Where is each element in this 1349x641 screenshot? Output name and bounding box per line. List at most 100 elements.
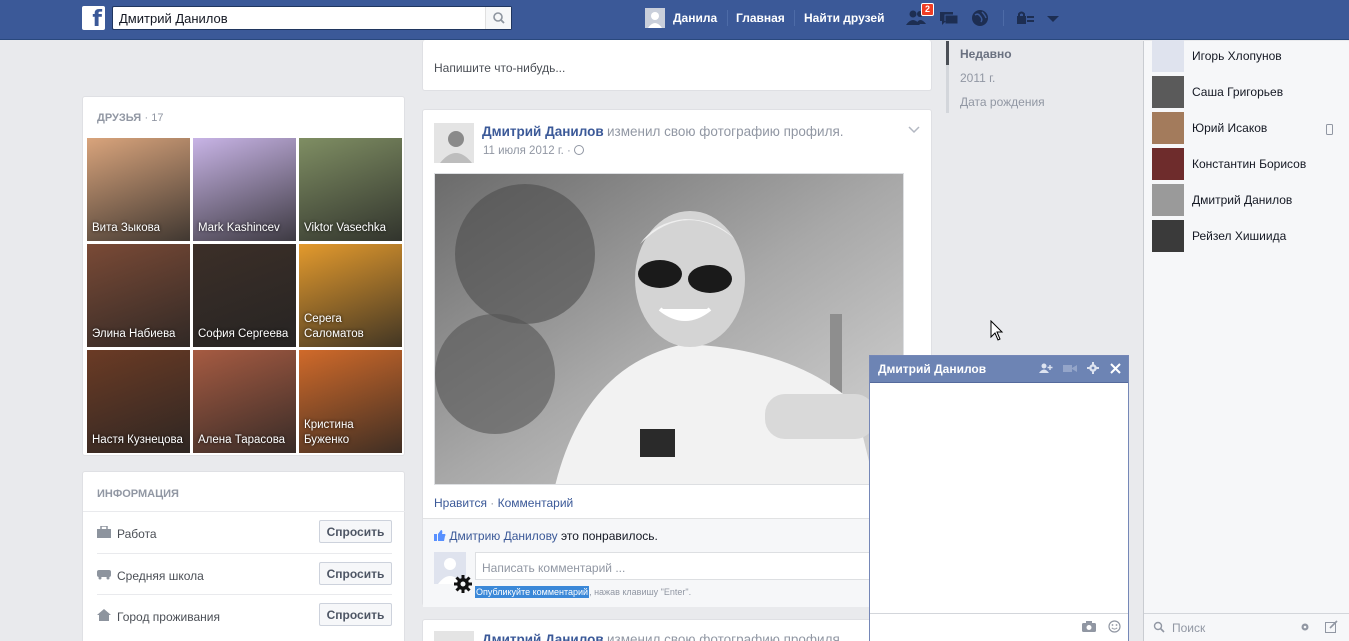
post-action-text: изменил свою фотографию профиля. [606, 124, 844, 139]
gear-icon[interactable] [1087, 356, 1099, 383]
camera-icon[interactable] [1082, 621, 1096, 635]
avatar [1152, 220, 1184, 252]
gear-icon[interactable] [1299, 621, 1311, 636]
globe-privacy-icon[interactable] [574, 145, 585, 155]
post-card: Дмитрий Данилов изменил свою фотографию … [422, 109, 933, 607]
friend-name[interactable]: Настя Кузнецова [92, 433, 183, 448]
chat-message-input[interactable] [870, 613, 1128, 641]
nav-profile[interactable]: Данила [645, 0, 717, 36]
chat-buddy[interactable]: Константин Борисов [1152, 147, 1342, 181]
friend-name[interactable]: Элина Набиева [92, 327, 175, 342]
timeline-nav-2011[interactable]: 2011 г. [946, 65, 1086, 89]
friend-name[interactable]: Viktor Vasechka [304, 221, 386, 236]
info-label-school: Средняя школа [117, 569, 204, 583]
info-row-city: Город проживания Спросить [97, 594, 392, 635]
timeline-nav-birth[interactable]: Дата рождения [946, 89, 1086, 113]
avatar [1152, 40, 1184, 72]
friend-requests-badge: 2 [921, 3, 935, 16]
friend-tile[interactable]: Элина Набиева [87, 244, 190, 347]
chat-buddy[interactable]: Рейзел Хишиида [1152, 219, 1342, 253]
friend-tile[interactable]: Viktor Vasechka [299, 138, 402, 241]
search-input[interactable] [113, 7, 483, 29]
chat-window: Дмитрий Данилов [869, 355, 1129, 641]
ask-school-button[interactable]: Спросить [319, 562, 392, 585]
sidebar-search-placeholder[interactable]: Поиск [1172, 621, 1205, 635]
avatar [645, 8, 665, 28]
post-card-2: Дмитрий Данилов изменил свою фотографию … [422, 619, 932, 641]
privacy-shortcuts-icon[interactable] [1014, 8, 1036, 28]
post-author-avatar[interactable] [434, 123, 474, 163]
info-row-work: Работа Спросить [97, 512, 392, 553]
composer-placeholder[interactable]: Напишите что-нибудь... [434, 61, 565, 75]
nav-divider [727, 10, 728, 26]
chat-buddy-name: Игорь Хлопунов [1192, 49, 1282, 63]
messages-icon[interactable] [938, 8, 960, 28]
video-call-icon[interactable] [1063, 356, 1077, 383]
friend-name[interactable]: Серега Саломатов [304, 312, 399, 342]
friend-name[interactable]: Вита Зыкова [92, 221, 160, 236]
search-icon [1153, 621, 1165, 636]
close-icon[interactable] [1110, 356, 1121, 383]
friend-tile[interactable]: Вита Зыкова [87, 138, 190, 241]
friend-tile[interactable]: София Сергеева [193, 244, 296, 347]
friend-tile[interactable]: Серега Саломатов [299, 244, 402, 347]
post-options-chevron-down-icon[interactable] [908, 123, 920, 137]
friends-card: Друзья · 17 Вита Зыкова Mark Kashincev Vik… [82, 96, 405, 456]
chat-buddy-name: Юрий Исаков [1192, 121, 1268, 135]
chat-window-header[interactable]: Дмитрий Данилов [870, 356, 1128, 383]
nav-home-link[interactable]: Главная [736, 11, 785, 25]
ask-work-button[interactable]: Спросить [319, 520, 392, 543]
chat-buddy[interactable]: Юрий Исаков [1152, 111, 1342, 145]
comment-link[interactable]: Комментарий [498, 496, 574, 510]
chat-buddy[interactable]: Игорь Хлопунов [1152, 39, 1342, 73]
thumbs-up-icon [434, 530, 446, 541]
like-link[interactable]: Нравится [434, 496, 487, 510]
friend-tile[interactable]: Кристина Буженко [299, 350, 402, 453]
info-card: Информация Работа Спросить Средняя школа… [82, 471, 406, 641]
chat-buddy-name: Константин Борисов [1192, 157, 1307, 171]
chat-buddy[interactable]: Саша Григорьев [1152, 75, 1342, 109]
ufi-section: Дмитрию Данилову это понравилось. Написа… [423, 518, 933, 607]
briefcase-icon [97, 525, 111, 538]
post-author-avatar[interactable] [434, 631, 474, 641]
comment-input[interactable]: Написать комментарий ... [475, 552, 923, 580]
friend-tile[interactable]: Настя Кузнецова [87, 350, 190, 453]
chat-buddy[interactable]: Дмитрий Данилов [1152, 183, 1342, 217]
friend-tile[interactable]: Алена Тарасова [193, 350, 296, 453]
chat-window-title[interactable]: Дмитрий Данилов [878, 362, 986, 376]
hint-highlight: Опубликуйте комментарий [475, 586, 590, 598]
status-composer[interactable]: Напишите что-нибудь... [422, 40, 932, 91]
search-button[interactable] [485, 7, 511, 29]
nav-find-friends-link[interactable]: Найти друзей [804, 11, 884, 25]
friend-tile[interactable]: Mark Kashincev [193, 138, 296, 241]
search-box[interactable] [112, 6, 512, 30]
home-icon [97, 609, 111, 621]
gear-icon[interactable] [453, 574, 473, 597]
settings-chevron-down-icon[interactable] [1042, 8, 1064, 28]
emoticon-icon[interactable] [1108, 620, 1121, 636]
info-title[interactable]: Информация [97, 488, 179, 500]
compose-icon[interactable] [1325, 620, 1338, 636]
friend-name[interactable]: Mark Kashincev [198, 221, 280, 236]
add-friend-to-chat-icon[interactable] [1039, 356, 1053, 383]
post-photo[interactable] [434, 173, 904, 485]
friends-title[interactable]: Друзья [97, 112, 141, 124]
notifications-globe-icon[interactable] [969, 8, 991, 28]
sidebar-search-bar[interactable]: Поиск [1144, 613, 1349, 641]
timeline-nav: Недавно 2011 г. Дата рождения [946, 41, 1086, 113]
friend-name[interactable]: София Сергеева [198, 327, 288, 342]
avatar [1152, 148, 1184, 180]
school-bus-icon [97, 568, 111, 580]
facebook-logo[interactable]: f [82, 6, 105, 30]
post-author-link[interactable]: Дмитрий Данилов [482, 632, 604, 641]
liked-by-link[interactable]: Дмитрию Данилову [449, 529, 557, 543]
timeline-nav-recent[interactable]: Недавно [946, 41, 1086, 65]
info-row-school: Средняя школа Спросить [97, 553, 392, 594]
friend-name[interactable]: Кристина Буженко [304, 418, 399, 448]
post-action-text: изменил свою фотографию профиля. [606, 632, 844, 641]
post-author-link[interactable]: Дмитрий Данилов [482, 124, 604, 139]
search-icon [493, 12, 505, 24]
post-date-link[interactable]: 11 июля 2012 г. · [483, 145, 571, 157]
ask-city-button[interactable]: Спросить [319, 603, 392, 626]
friend-name[interactable]: Алена Тарасова [198, 433, 285, 448]
